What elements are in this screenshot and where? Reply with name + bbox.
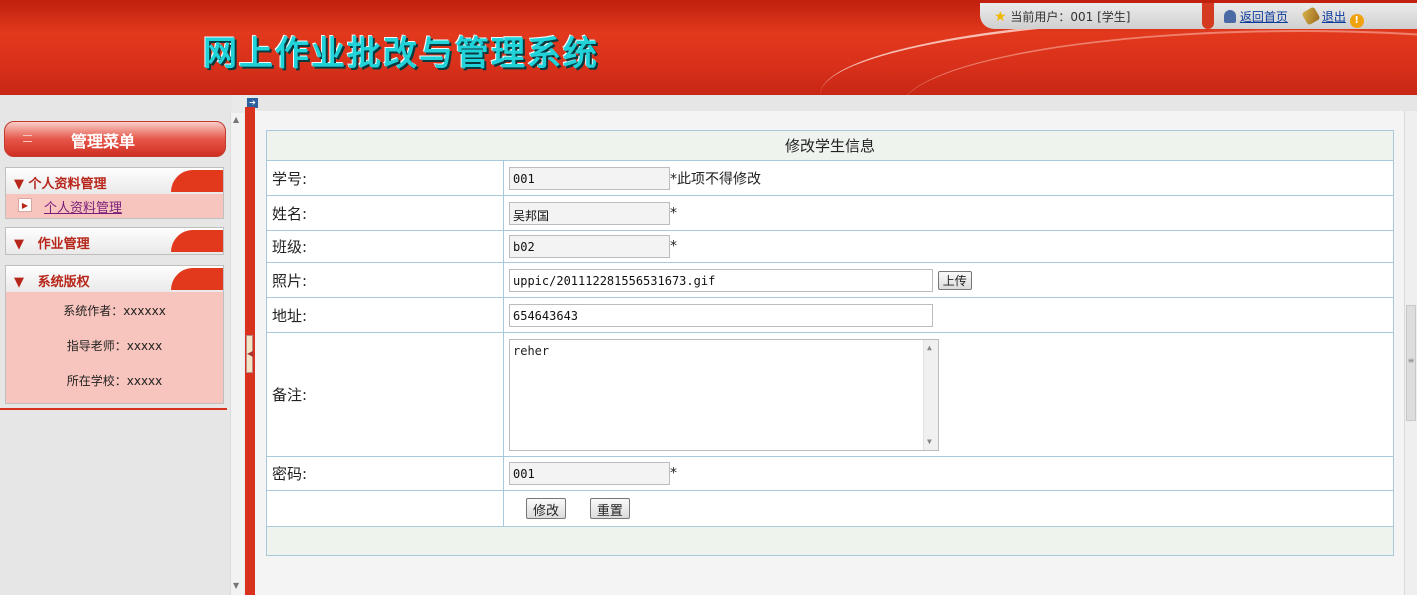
sidebar-item-link[interactable]: 个人资料管理 — [44, 197, 122, 216]
wrench-icon — [1301, 6, 1321, 26]
section-label: ▼ 个人资料管理 — [14, 177, 107, 192]
form-row-remark: 备注: reher ▲ ▼ — [266, 332, 1394, 457]
form-row-name: 姓名: 吴邦国 * — [266, 195, 1394, 231]
logout-link[interactable]: 退出 — [1322, 10, 1346, 24]
current-user-label: 当前用户：001 [学生] — [1010, 10, 1131, 24]
remark-textarea[interactable]: reher ▲ ▼ — [509, 338, 939, 451]
photo-path-input[interactable]: uppic/201112281556531673.gif — [509, 268, 933, 292]
app-title: 网上作业批改与管理系统 — [203, 34, 599, 74]
user-topbar: ★ 当前用户：001 [学生] 返回首页 退出 ! — [980, 3, 1417, 29]
sidebar-section-profile: ▼ 个人资料管理 ▶ 个人资料管理 — [5, 167, 224, 219]
empty-cell — [266, 490, 504, 527]
field-label: 照片: — [266, 262, 504, 298]
scroll-up-icon[interactable]: ▲ — [233, 115, 239, 124]
teacher-info: 指导老师：xxxxx — [66, 339, 163, 353]
collapse-handle[interactable]: ◀ — [246, 335, 253, 373]
scroll-down-icon[interactable]: ▼ — [927, 437, 932, 446]
field-label: 备注: — [266, 332, 504, 457]
menu-title-bar: 管理菜单 — [4, 121, 226, 157]
sidebar-scrollbar[interactable]: ▲ ▼ — [230, 113, 244, 595]
edit-student-form: 修改学生信息 学号: 001 *此项不得修改 姓名: 吴邦国 * 班级: b02 * … — [266, 130, 1394, 556]
form-row-address: 地址: 654643643 — [266, 297, 1394, 333]
required-mark: * — [670, 205, 677, 221]
reset-button[interactable]: 重置 — [589, 498, 630, 519]
main-scrollbar[interactable]: ≡ — [1404, 111, 1417, 595]
exit-icon: ! — [1349, 14, 1364, 28]
name-input[interactable]: 吴邦国 — [509, 201, 670, 225]
content-topbar: ➔ — [245, 95, 1417, 111]
main-content: 修改学生信息 学号: 001 *此项不得修改 姓名: 吴邦国 * 班级: b02 * … — [255, 111, 1417, 595]
submit-button[interactable]: 修改 — [526, 498, 567, 519]
sidebar-item-profile[interactable]: ▶ 个人资料管理 — [6, 194, 223, 218]
form-row-actions: 修改 重置 — [266, 490, 1394, 527]
section-label: ▼ 作业管理 — [14, 237, 90, 252]
field-label: 密码: — [266, 456, 504, 491]
form-row-class: 班级: b02 * — [266, 230, 1394, 263]
splitter[interactable]: ◀ — [245, 107, 255, 595]
field-label: 班级: — [266, 230, 504, 263]
sidebar: 管理菜单 ▼ 个人资料管理 ▶ 个人资料管理 ▼ 作业管理 ▼ 系统版权 系统作… — [0, 95, 244, 595]
textarea-scrollbar[interactable]: ▲ ▼ — [923, 339, 938, 450]
student-id-input[interactable]: 001 — [509, 166, 670, 190]
footer-cell — [266, 526, 1394, 556]
sidebar-section-copyright: ▼ 系统版权 系统作者：xxxxxx 指导老师：xxxxx 所在学校：xxxxx — [5, 265, 224, 404]
section-label: ▼ 系统版权 — [14, 275, 90, 290]
field-label: 地址: — [266, 297, 504, 333]
author-info: 系统作者：xxxxxx — [63, 304, 166, 318]
section-header-decoration — [171, 170, 223, 192]
form-row-password: 密码: 001 * — [266, 456, 1394, 491]
sidebar-section-header[interactable]: ▼ 作业管理 — [6, 228, 223, 254]
home-link-group[interactable]: 返回首页 — [1224, 8, 1288, 25]
upload-button[interactable]: 上传 — [937, 270, 972, 290]
field-value-cell: reher ▲ ▼ — [503, 332, 1394, 457]
field-label: 学号: — [266, 160, 504, 196]
sidebar-section-header: ▼ 系统版权 — [6, 266, 223, 292]
scroll-thumb[interactable]: ≡ — [1406, 305, 1416, 421]
required-mark: * — [670, 465, 677, 482]
scroll-up-icon[interactable]: ▲ — [927, 343, 932, 352]
address-input[interactable]: 654643643 — [509, 303, 933, 327]
required-mark: * — [670, 238, 677, 255]
password-input[interactable]: 001 — [509, 462, 670, 485]
home-link[interactable]: 返回首页 — [1240, 10, 1288, 24]
remark-text: reher — [513, 343, 550, 358]
scroll-down-icon[interactable]: ▼ — [233, 581, 239, 590]
school-info: 所在学校：xxxxx — [66, 374, 163, 388]
logout-link-group[interactable]: 退出 ! — [1301, 6, 1364, 28]
sidebar-section-header[interactable]: ▼ 个人资料管理 — [6, 168, 223, 194]
field-value-cell: uppic/201112281556531673.gif 上传 — [503, 262, 1394, 298]
star-icon: ★ — [994, 9, 1007, 25]
section-header-decoration — [171, 268, 223, 290]
user-icon — [1224, 10, 1236, 23]
topbar-divider — [1202, 3, 1214, 29]
field-value-cell: 654643643 — [503, 297, 1394, 333]
form-row-student-id: 学号: 001 *此项不得修改 — [266, 160, 1394, 196]
field-note: *此项不得修改 — [670, 171, 761, 187]
field-value-cell: 001 *此项不得修改 — [503, 160, 1394, 196]
menu-title: 管理菜单 — [71, 132, 136, 151]
form-footer — [266, 526, 1394, 556]
field-value-cell: b02 * — [503, 230, 1394, 263]
section-header-decoration — [171, 230, 223, 252]
sidebar-section-homework: ▼ 作业管理 — [5, 227, 224, 255]
menu-lines-icon — [23, 135, 32, 142]
field-label: 姓名: — [266, 195, 504, 231]
form-caption: 修改学生信息 — [266, 130, 1394, 161]
actions-cell: 修改 重置 — [503, 490, 1394, 527]
field-value-cell: 吴邦国 * — [503, 195, 1394, 231]
current-user: ★ 当前用户：001 [学生] — [994, 8, 1130, 25]
class-input[interactable]: b02 — [509, 235, 670, 258]
arrow-right-icon: ▶ — [18, 198, 32, 212]
sidebar-divider — [0, 408, 227, 410]
header-banner: 网上作业批改与管理系统 ★ 当前用户：001 [学生] 返回首页 退出 ! — [0, 0, 1417, 95]
copyright-info: 系统作者：xxxxxx 指导老师：xxxxx 所在学校：xxxxx — [6, 292, 223, 403]
field-value-cell: 001 * — [503, 456, 1394, 491]
form-row-photo: 照片: uppic/201112281556531673.gif 上传 — [266, 262, 1394, 298]
